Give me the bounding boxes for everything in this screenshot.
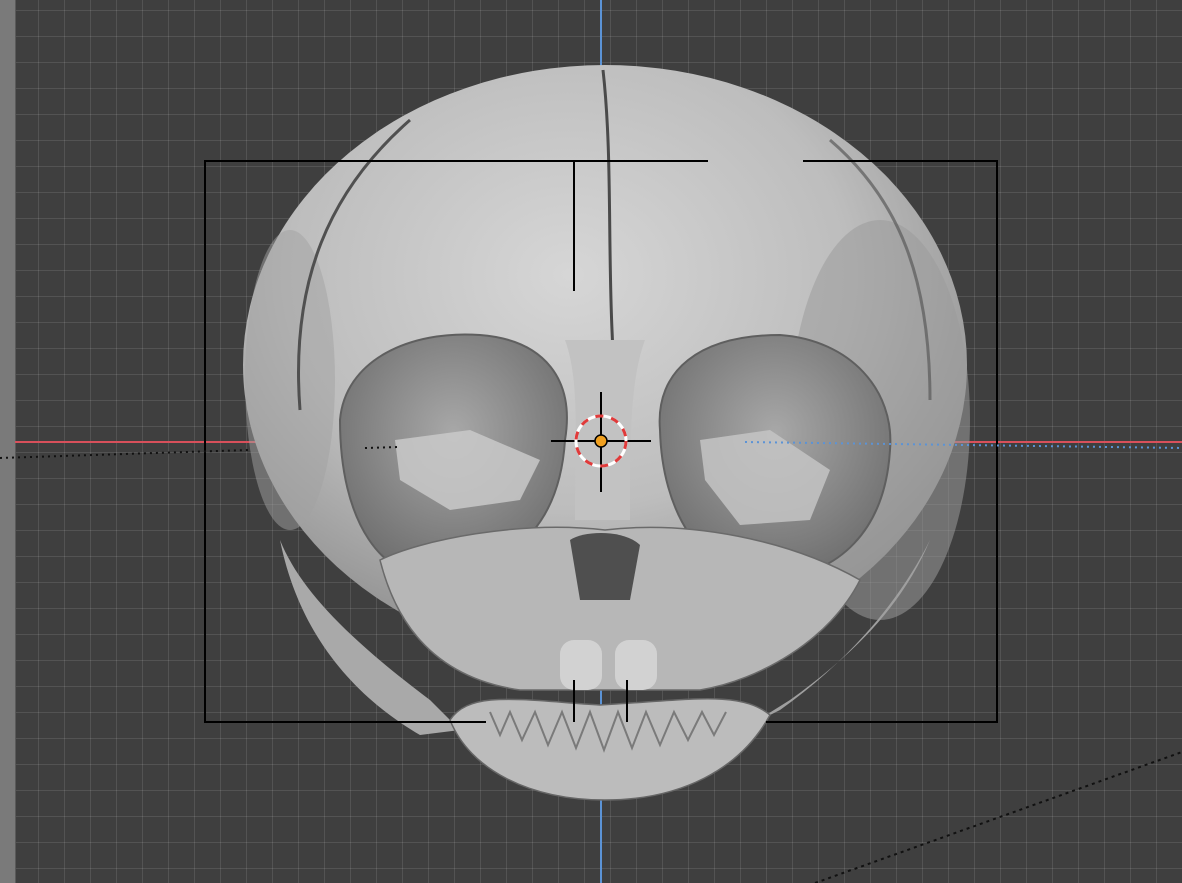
relationship-line-left [0,449,249,459]
relationship-line-bottom [814,751,1182,883]
cranium-shadow-left [245,230,335,530]
object-origin-dot [594,434,608,448]
upper-tooth [615,640,657,690]
upper-tooth [560,640,602,690]
nasal-cavity [570,533,640,600]
mandible [449,698,771,801]
viewport-overlay [0,0,1182,883]
skull-mesh[interactable] [243,65,970,801]
3d-viewport[interactable] [0,0,1182,883]
